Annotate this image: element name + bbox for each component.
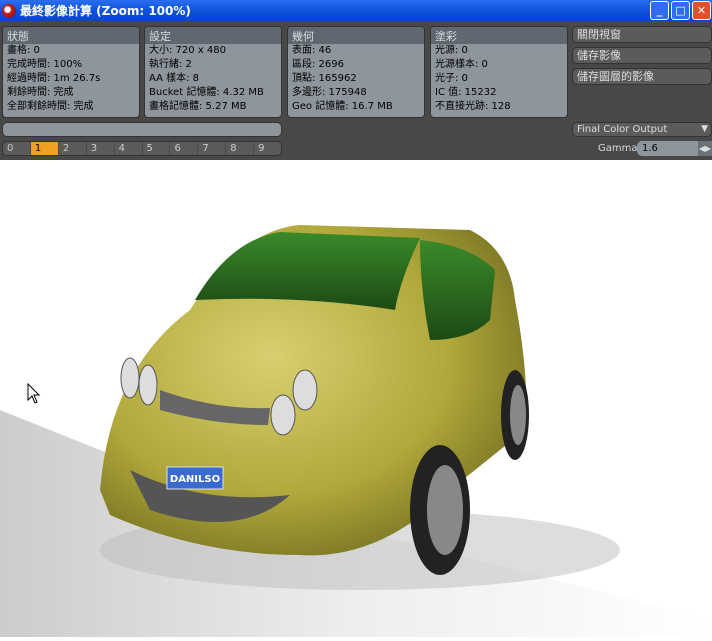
window-title: 最終影像計算 (Zoom: 100%): [20, 4, 191, 18]
app-icon: [2, 3, 16, 18]
frame-button[interactable]: 4: [115, 142, 143, 155]
frame-button[interactable]: 0: [3, 142, 31, 155]
output-selected: Final Color Output: [577, 124, 668, 135]
output-dropdown[interactable]: Final Color Output ▼: [572, 122, 712, 137]
stat-line: 頂點: 165962: [292, 73, 357, 84]
stat-line: 光源樣本: 0: [435, 59, 488, 70]
rendered-car-image: DANILSO: [0, 225, 712, 637]
geometry-panel: 幾何 表面: 46 區段: 2696 頂點: 165962 多邊形: 17594…: [287, 26, 425, 118]
stat-line: 全部剩餘時間: 完成: [7, 101, 94, 112]
stat-line: IC 值: 15232: [435, 87, 497, 98]
stat-line: 畫格: 0: [7, 45, 40, 56]
gamma-input[interactable]: 1.6 ◀▶: [637, 141, 712, 156]
panel-title: 幾何: [288, 27, 424, 44]
stat-line: 表面: 46: [292, 45, 332, 56]
status-panel: 狀態 畫格: 0 完成時間: 100% 經過時間: 1m 26.7s 剩餘時間:…: [2, 26, 140, 118]
render-toolbar: 狀態 畫格: 0 完成時間: 100% 經過時間: 1m 26.7s 剩餘時間:…: [0, 21, 712, 160]
progress-bar: [2, 122, 282, 137]
gamma-label: Gamma: [598, 143, 638, 154]
stat-line: 完成時間: 100%: [7, 59, 83, 70]
close-view-button[interactable]: 關閉視窗: [572, 26, 712, 43]
panel-title: 塗彩: [431, 27, 567, 44]
stat-line: 光源: 0: [435, 45, 468, 56]
stat-line: AA 樣本: 8: [149, 73, 200, 84]
frame-button[interactable]: 3: [87, 142, 115, 155]
stat-line: 執行緒: 2: [149, 59, 192, 70]
spinner-arrows-icon[interactable]: ◀▶: [698, 141, 712, 156]
stat-line: 畫格記憶體: 5.27 MB: [149, 101, 247, 112]
stat-line: Bucket 記憶體: 4.32 MB: [149, 87, 264, 98]
stat-line: 光子: 0: [435, 73, 468, 84]
minimize-button[interactable]: _: [650, 1, 669, 20]
chevron-down-icon: ▼: [701, 124, 708, 134]
stat-line: 經過時間: 1m 26.7s: [7, 73, 101, 84]
mouse-cursor-icon: [27, 383, 41, 404]
frame-button[interactable]: 5: [143, 142, 171, 155]
license-plate-text: DANILSO: [170, 474, 220, 485]
frame-button[interactable]: 7: [198, 142, 227, 155]
frame-button[interactable]: 2: [59, 142, 87, 155]
close-button[interactable]: ✕: [692, 1, 711, 20]
save-layered-image-button[interactable]: 儲存圖層的影像: [572, 68, 712, 85]
shading-panel: 塗彩 光源: 0 光源樣本: 0 光子: 0 IC 值: 15232 不直接光跡…: [430, 26, 568, 118]
stat-line: 剩餘時間: 完成: [7, 87, 74, 98]
panel-title: 設定: [145, 27, 281, 44]
maximize-button[interactable]: □: [671, 1, 690, 20]
frame-button-selected[interactable]: 1: [30, 142, 59, 155]
stat-line: 多邊形: 175948: [292, 87, 367, 98]
frame-button[interactable]: 9: [254, 142, 281, 155]
stat-line: 區段: 2696: [292, 59, 344, 70]
title-bar: 最終影像計算 (Zoom: 100%) _ □ ✕: [0, 0, 712, 21]
gamma-value: 1.6: [642, 143, 658, 154]
stat-line: 大小: 720 x 480: [149, 45, 226, 56]
panel-title: 狀態: [3, 27, 139, 44]
frame-button[interactable]: 8: [226, 142, 255, 155]
render-view: DANILSO: [0, 160, 712, 637]
frame-button[interactable]: 6: [170, 142, 199, 155]
settings-panel: 設定 大小: 720 x 480 執行緒: 2 AA 樣本: 8 Bucket …: [144, 26, 282, 118]
frame-selector[interactable]: 0 1 2 3 4 5 6 7 8 9: [2, 141, 282, 156]
stat-line: Geo 記憶體: 16.7 MB: [292, 101, 393, 112]
stat-line: 不直接光跡: 128: [435, 101, 511, 112]
save-image-button[interactable]: 儲存影像: [572, 47, 712, 64]
